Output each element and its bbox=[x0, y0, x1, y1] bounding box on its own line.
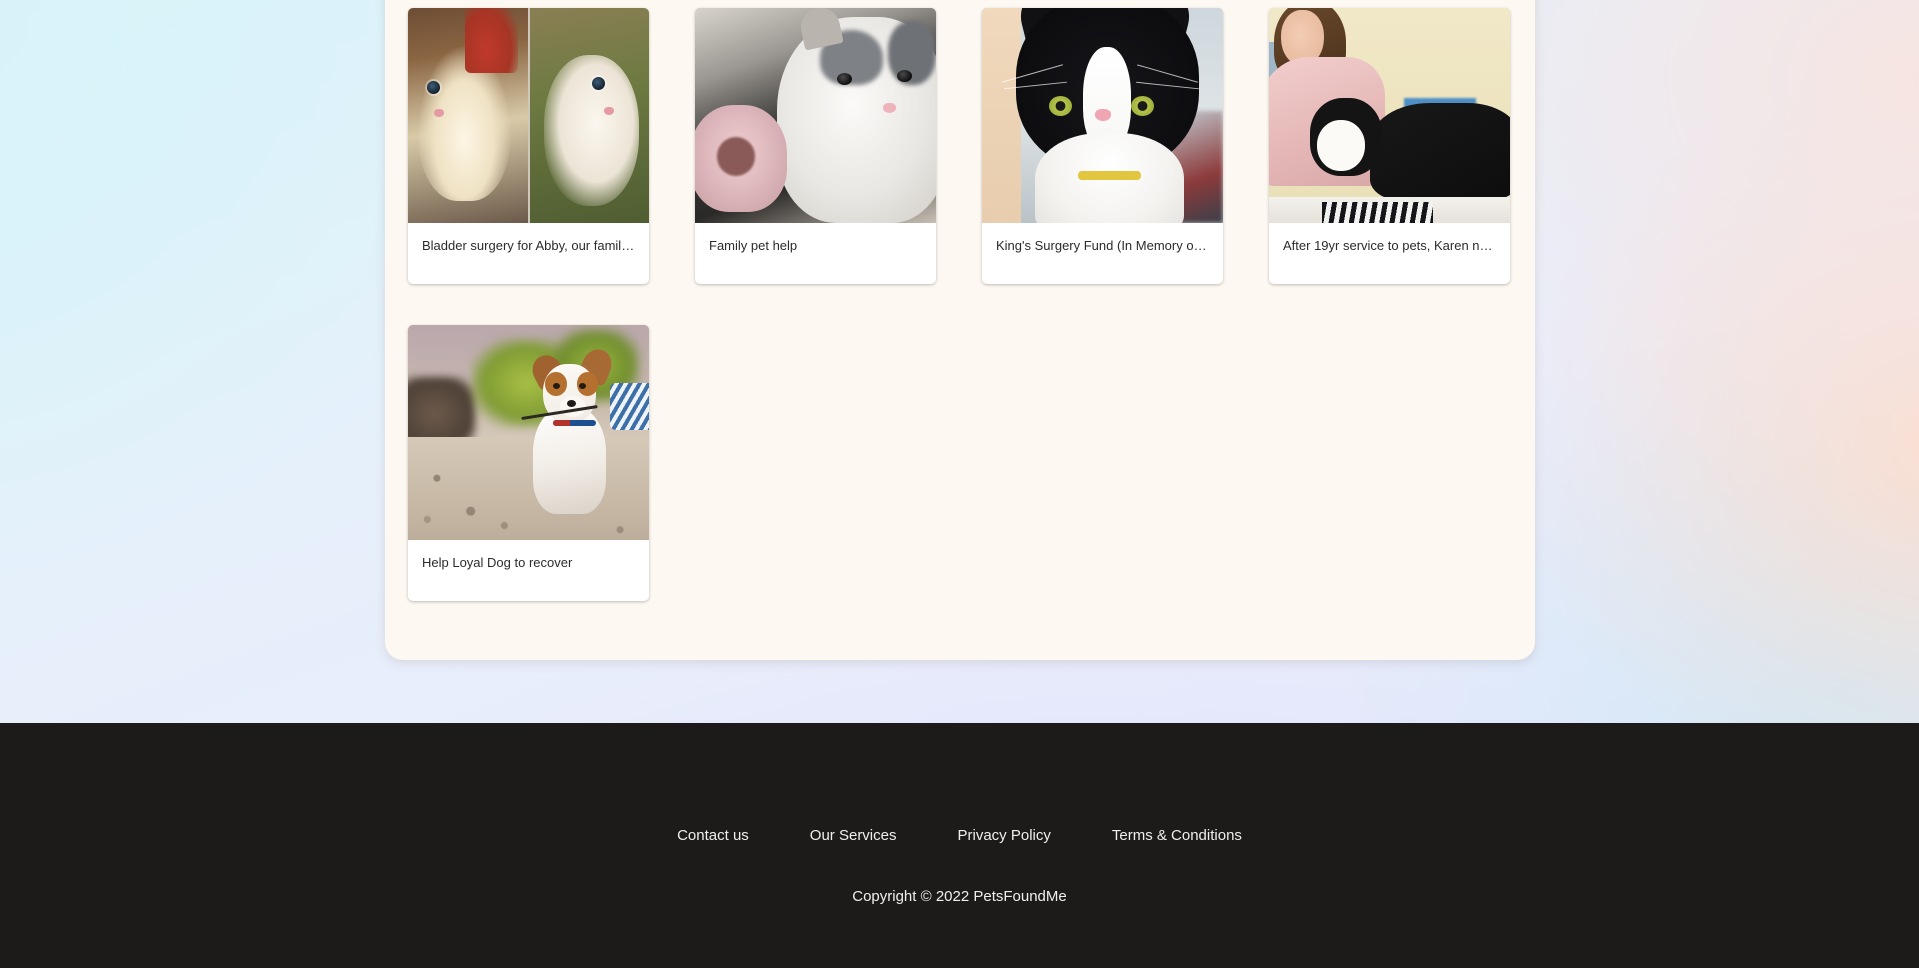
campaign-card-title: Bladder surgery for Abby, our family… bbox=[422, 238, 635, 253]
photo-striped-towel bbox=[610, 383, 649, 431]
dog-eye bbox=[552, 383, 560, 390]
campaign-card-image[interactable] bbox=[408, 8, 649, 223]
footer-link-our-services[interactable]: Our Services bbox=[810, 823, 897, 849]
campaign-card-title: After 19yr service to pets, Karen ne… bbox=[1283, 238, 1496, 253]
kitten-eye bbox=[837, 72, 853, 85]
campaign-card-image[interactable] bbox=[695, 8, 936, 223]
campaign-card[interactable]: Family pet help bbox=[695, 8, 936, 284]
campaign-card-body: Family pet help bbox=[695, 223, 936, 284]
footer-link-contact-us[interactable]: Contact us bbox=[677, 823, 749, 849]
kitten-eye bbox=[427, 81, 441, 95]
campaign-card[interactable]: After 19yr service to pets, Karen ne… bbox=[1269, 8, 1510, 284]
footer-copyright: Copyright © 2022 PetsFoundMe bbox=[852, 888, 1067, 905]
cat-collar bbox=[1078, 171, 1142, 181]
cat-body bbox=[1370, 102, 1510, 202]
kitten-nose bbox=[882, 102, 896, 113]
footer-links: Contact us Our Services Privacy Policy T… bbox=[0, 823, 1919, 849]
footer-link-privacy-policy[interactable]: Privacy Policy bbox=[958, 823, 1051, 849]
kitten-left-panel bbox=[408, 8, 528, 223]
campaign-card-image[interactable] bbox=[982, 8, 1223, 223]
campaign-card-body: After 19yr service to pets, Karen ne… bbox=[1269, 223, 1510, 284]
campaign-card-body: King's Surgery Fund (In Memory of … bbox=[982, 223, 1223, 284]
campaign-card-title: Family pet help bbox=[709, 238, 798, 253]
campaign-card-image[interactable] bbox=[408, 325, 649, 540]
woman-with-tuxedo-cat-photo bbox=[1269, 8, 1510, 223]
campaign-card-body: Bladder surgery for Abby, our family… bbox=[408, 223, 649, 284]
kitten-nose bbox=[603, 106, 614, 115]
campaign-card-grid: Bladder surgery for Abby, our family… Fa… bbox=[408, 8, 1512, 601]
tuxedo-cat-closeup-photo bbox=[982, 8, 1223, 223]
kitten-paw-pad bbox=[716, 137, 756, 176]
page-root: Bladder surgery for Abby, our family… Fa… bbox=[0, 0, 1919, 968]
kitten-nose bbox=[434, 109, 445, 118]
kitten-eye bbox=[591, 76, 605, 90]
dog-collar bbox=[552, 419, 596, 426]
campaign-card[interactable]: Help Loyal Dog to recover bbox=[408, 325, 649, 601]
photo-background-left bbox=[982, 8, 1021, 223]
kitten-right-panel bbox=[529, 8, 649, 223]
jack-russell-with-stick-photo bbox=[408, 325, 649, 540]
campaign-card-image[interactable] bbox=[1269, 8, 1510, 223]
campaign-card[interactable]: Bladder surgery for Abby, our family… bbox=[408, 8, 649, 284]
photo-gravel bbox=[408, 436, 649, 540]
campaign-card[interactable]: King's Surgery Fund (In Memory of … bbox=[982, 8, 1223, 284]
campaign-card-title: Help Loyal Dog to recover bbox=[422, 555, 573, 570]
footer-link-terms-conditions[interactable]: Terms & Conditions bbox=[1112, 823, 1242, 849]
grey-white-kitten-held-photo bbox=[695, 8, 936, 223]
cat-face bbox=[1317, 119, 1366, 172]
two-kittens-collage-photo bbox=[408, 8, 649, 223]
photo-striped-cloth bbox=[1322, 201, 1433, 223]
campaign-card-body: Help Loyal Dog to recover bbox=[408, 540, 649, 601]
campaign-card-title: King's Surgery Fund (In Memory of … bbox=[996, 238, 1209, 253]
campaign-panel: Bladder surgery for Abby, our family… Fa… bbox=[385, 0, 1535, 660]
